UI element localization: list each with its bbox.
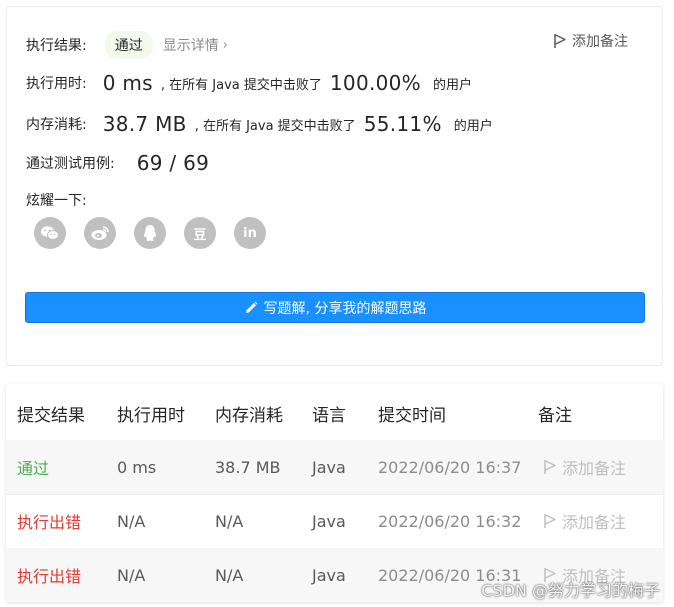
row-language: Java bbox=[312, 511, 346, 531]
show-details-link[interactable]: 显示详情 › bbox=[163, 35, 228, 55]
row-add-note-label: 添加备注 bbox=[562, 459, 627, 478]
status-badge: 通过 bbox=[104, 31, 153, 59]
header-runtime: 执行用时 bbox=[117, 405, 185, 426]
weibo-icon[interactable] bbox=[84, 217, 116, 249]
watermark: CSDN @努力学习的梅子 bbox=[481, 581, 660, 600]
result-row: 执行结果: 通过 显示详情 › bbox=[26, 31, 228, 59]
memory-value: 38.7 MB bbox=[102, 112, 187, 136]
write-solution-label: 写题解, 分享我的解题思路 bbox=[263, 300, 427, 317]
result-label: 执行结果: bbox=[26, 38, 87, 54]
header-time: 提交时间 bbox=[378, 405, 446, 426]
row-runtime: N/A bbox=[117, 511, 146, 531]
flag-icon bbox=[554, 34, 566, 48]
memory-users: 的用户 bbox=[453, 118, 493, 134]
row-result-link[interactable]: 执行出错 bbox=[17, 563, 81, 587]
runtime-label: 执行用时: bbox=[26, 76, 87, 92]
row-time: 2022/06/20 16:32 bbox=[378, 511, 522, 531]
row-add-note-button[interactable]: 添加备注 bbox=[543, 455, 626, 479]
memory-row: 内存消耗: 38.7 MB , 在所有 Java 提交中击败了 55.11% 的… bbox=[26, 112, 493, 136]
result-card: 执行结果: 通过 显示详情 › 添加备注 执行用时: 0 ms , 在所有 Ja… bbox=[6, 6, 663, 366]
table-row: 执行出错 N/A N/A Java 2022/06/20 16:32 添加备注 bbox=[6, 494, 663, 548]
tests-label: 通过测试用例: bbox=[26, 156, 115, 172]
douban-glyph: 豆 bbox=[193, 227, 207, 243]
row-memory: N/A bbox=[215, 565, 244, 585]
memory-percent: 55.11% bbox=[363, 112, 442, 136]
chevron-right-icon: › bbox=[222, 37, 228, 53]
runtime-beat-text: , 在所有 Java 提交中击败了 bbox=[160, 77, 322, 93]
row-memory: 38.7 MB bbox=[215, 457, 281, 477]
add-note-label: 添加备注 bbox=[572, 34, 628, 50]
write-solution-button[interactable]: 写题解, 分享我的解题思路 bbox=[25, 292, 645, 323]
table-row: 通过 0 ms 38.7 MB Java 2022/06/20 16:37 添加… bbox=[6, 440, 663, 494]
row-language: Java bbox=[312, 457, 346, 477]
flag-icon bbox=[544, 514, 556, 528]
row-language: Java bbox=[312, 565, 346, 585]
runtime-value: 0 ms bbox=[102, 71, 153, 95]
wechat-icon[interactable] bbox=[34, 217, 66, 249]
tests-value: 69 / 69 bbox=[136, 151, 210, 175]
show-details-label: 显示详情 bbox=[162, 38, 219, 54]
tests-row: 通过测试用例: 69 / 69 bbox=[26, 151, 209, 175]
linkedin-icon[interactable]: in bbox=[234, 217, 266, 249]
row-runtime: 0 ms bbox=[117, 457, 157, 477]
header-memory: 内存消耗 bbox=[215, 405, 283, 426]
linkedin-glyph: in bbox=[243, 225, 257, 241]
runtime-percent: 100.00% bbox=[329, 71, 421, 95]
row-add-note-button[interactable]: 添加备注 bbox=[543, 509, 626, 533]
share-icons: 豆 in bbox=[34, 217, 266, 249]
share-label: 炫耀一下: bbox=[26, 193, 87, 209]
table-header: 提交结果 执行用时 内存消耗 语言 提交时间 备注 bbox=[6, 386, 663, 440]
row-runtime: N/A bbox=[117, 565, 146, 585]
row-result-link[interactable]: 执行出错 bbox=[17, 509, 81, 533]
memory-label: 内存消耗: bbox=[26, 117, 87, 133]
pencil-icon bbox=[245, 301, 258, 313]
douban-icon[interactable]: 豆 bbox=[184, 217, 216, 249]
flag-icon bbox=[544, 460, 556, 474]
add-note-button[interactable]: 添加备注 bbox=[553, 31, 628, 51]
runtime-row: 执行用时: 0 ms , 在所有 Java 提交中击败了 100.00% 的用户 bbox=[26, 71, 472, 95]
header-note: 备注 bbox=[538, 405, 572, 426]
qq-icon[interactable] bbox=[134, 217, 166, 249]
header-language: 语言 bbox=[312, 405, 346, 426]
share-row: 炫耀一下: bbox=[26, 190, 87, 210]
row-time: 2022/06/20 16:37 bbox=[378, 457, 522, 477]
memory-beat-text: , 在所有 Java 提交中击败了 bbox=[194, 118, 356, 134]
runtime-users: 的用户 bbox=[433, 77, 473, 93]
row-memory: N/A bbox=[215, 511, 244, 531]
submissions-table: 提交结果 执行用时 内存消耗 语言 提交时间 备注 通过 0 ms 38.7 M… bbox=[6, 384, 663, 602]
row-result-link[interactable]: 通过 bbox=[17, 455, 49, 479]
header-result: 提交结果 bbox=[17, 405, 85, 426]
row-add-note-label: 添加备注 bbox=[562, 513, 627, 532]
